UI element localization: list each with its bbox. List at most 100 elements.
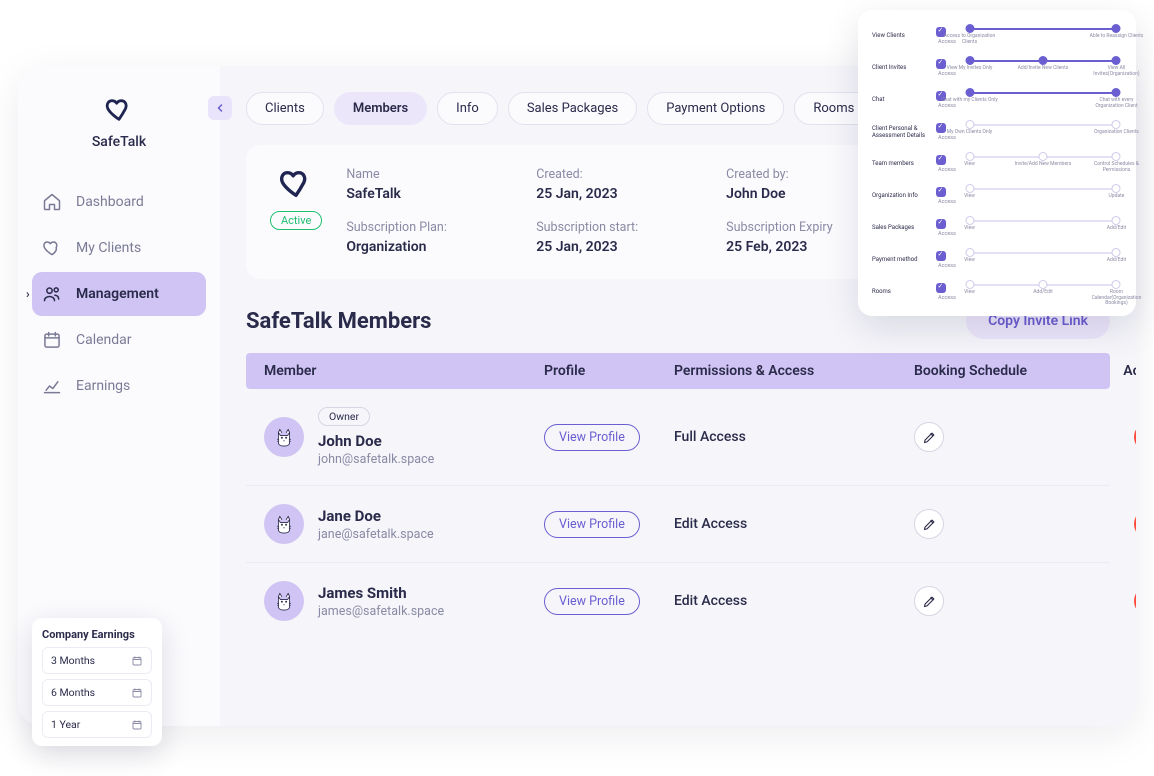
slider-col-label: View All Invites(Organization)	[1086, 66, 1146, 77]
permission-label: Payment method	[872, 256, 930, 263]
permission-row: Payment methodAccessViewAdd/Edit	[872, 248, 1122, 272]
slider-col-label: Add/Edit	[1086, 258, 1146, 264]
nav-label: Dashboard	[76, 194, 144, 210]
slider-node[interactable]	[965, 24, 974, 33]
slider-node[interactable]	[1112, 152, 1121, 161]
table-row: Jane Doejane@safetalk.spaceView ProfileE…	[246, 486, 1110, 563]
slider-col-label: Add/Edit	[1086, 226, 1146, 232]
permission-slider[interactable]: My Own Clients OnlyOrganization Clients	[964, 120, 1122, 144]
slider-node[interactable]	[965, 120, 974, 129]
heart-icon	[42, 238, 62, 258]
edit-schedule-button[interactable]	[914, 422, 944, 452]
slider-node[interactable]	[1039, 280, 1048, 289]
tab-clients[interactable]: Clients	[246, 92, 324, 125]
access-label: Access	[936, 199, 958, 205]
chevron-right-icon: ›	[26, 287, 30, 301]
slider-col-label: Add/Invite New Clients	[1013, 66, 1073, 72]
info-label: Created:	[536, 167, 706, 182]
sidebar-item-earnings[interactable]: Earnings	[32, 364, 206, 408]
access-label: Access	[936, 103, 958, 109]
member-email: james@safetalk.space	[318, 604, 444, 619]
sidebar-item-dashboard[interactable]: Dashboard	[32, 180, 206, 224]
member-cell: James Smithjames@safetalk.space	[264, 581, 544, 621]
slider-node[interactable]	[1039, 56, 1048, 65]
table-row: OwnerJohn Doejohn@safetalk.spaceView Pro…	[246, 389, 1110, 486]
pencil-icon	[922, 430, 937, 445]
slider-col-label: Room Calendar(Organization Bookings)	[1086, 290, 1146, 307]
slider-col-label: Invite/Add New Members	[1013, 162, 1073, 168]
info-label: Name	[346, 167, 516, 182]
access-label: Access	[936, 135, 958, 141]
permission-slider[interactable]: ViewAdd/Edit	[964, 248, 1122, 272]
permission-row: Organization InfoAccessViewUpdate	[872, 184, 1122, 208]
slider-node[interactable]	[1112, 216, 1121, 225]
sidebar-collapse-button[interactable]	[208, 96, 232, 120]
nav-label: Earnings	[76, 378, 130, 394]
tab-info[interactable]: Info	[437, 92, 498, 125]
permission-slider[interactable]: ViewAdd/EditRoom Calendar(Organization B…	[964, 280, 1122, 304]
slider-node[interactable]	[1112, 248, 1121, 257]
permission-slider[interactable]: View My Invites OnlyAdd/Invite New Clien…	[964, 56, 1122, 80]
slider-col-label: Control Schedules & Permissions	[1086, 162, 1146, 173]
slider-node[interactable]	[965, 216, 974, 225]
permission-row: Team membersAccessViewInvite/Add New Mem…	[872, 152, 1122, 176]
member-email: john@safetalk.space	[318, 452, 434, 467]
slider-node[interactable]	[965, 56, 974, 65]
delete-button[interactable]	[1134, 509, 1136, 539]
slider-node[interactable]	[1112, 120, 1121, 129]
info-cell: Subscription Plan:Organization	[346, 220, 516, 255]
calendar-icon	[131, 655, 143, 667]
slider-node[interactable]	[965, 248, 974, 257]
info-value: SafeTalk	[346, 186, 516, 202]
slider-col-label: Add/Edit	[1013, 290, 1073, 296]
sidebar-item-my-clients[interactable]: My Clients	[32, 226, 206, 270]
table-header-cell: Permissions & Access	[674, 363, 914, 379]
info-cell: Subscription start:25 Jan, 2023	[536, 220, 706, 255]
tab-payment-options[interactable]: Payment Options	[647, 92, 784, 125]
slider-node[interactable]	[965, 280, 974, 289]
permission-label: Client Invites	[872, 64, 930, 71]
delete-button[interactable]	[1134, 422, 1136, 452]
permission-slider[interactable]: Access to Organization ClientsAble to Re…	[964, 24, 1122, 48]
slider-col-label: My Own Clients Only	[940, 130, 1000, 136]
tab-members[interactable]: Members	[334, 92, 427, 125]
edit-schedule-button[interactable]	[914, 509, 944, 539]
info-cell: Created:25 Jan, 2023	[536, 167, 706, 202]
earnings-option[interactable]: 3 Months	[42, 647, 152, 674]
permission-slider[interactable]: ViewAdd/Edit	[964, 216, 1122, 240]
delete-button[interactable]	[1134, 586, 1136, 616]
slider-node[interactable]	[965, 88, 974, 97]
slider-node[interactable]	[1112, 24, 1121, 33]
earnings-option[interactable]: 1 Year	[42, 711, 152, 738]
slider-node[interactable]	[1112, 88, 1121, 97]
section-title: SafeTalk Members	[246, 309, 431, 334]
sidebar-item-calendar[interactable]: Calendar	[32, 318, 206, 362]
sidebar-item-management[interactable]: ›Management	[32, 272, 206, 316]
permission-label: Client Personal & Assessment Details	[872, 125, 930, 139]
view-profile-button[interactable]: View Profile	[544, 424, 640, 451]
slider-node[interactable]	[1112, 56, 1121, 65]
tab-sales-packages[interactable]: Sales Packages	[508, 92, 637, 125]
slider-col-label: Chat with my Clients Only	[940, 98, 1000, 104]
slider-node[interactable]	[965, 184, 974, 193]
earnings-option[interactable]: 6 Months	[42, 679, 152, 706]
brand-heart-icon	[105, 96, 133, 124]
slider-node[interactable]	[965, 152, 974, 161]
permission-slider[interactable]: Chat with my Clients OnlyChat with every…	[964, 88, 1122, 112]
table-header: MemberProfilePermissions & AccessBooking…	[246, 353, 1110, 389]
view-profile-button[interactable]: View Profile	[544, 511, 640, 538]
earnings-option-label: 6 Months	[51, 686, 95, 699]
permission-slider[interactable]: ViewUpdate	[964, 184, 1122, 208]
table-header-cell: Member	[264, 363, 544, 379]
slider-node[interactable]	[1112, 280, 1121, 289]
slider-col-label: View My Invites Only	[940, 66, 1000, 72]
chart-icon	[42, 376, 62, 396]
slider-node[interactable]	[1112, 184, 1121, 193]
slider-node[interactable]	[1039, 152, 1048, 161]
view-profile-button[interactable]: View Profile	[544, 588, 640, 615]
permission-slider[interactable]: ViewInvite/Add New MembersControl Schedu…	[964, 152, 1122, 176]
member-email: jane@safetalk.space	[318, 527, 434, 542]
edit-schedule-button[interactable]	[914, 586, 944, 616]
avatar	[264, 581, 304, 621]
table-row: James Smithjames@safetalk.spaceView Prof…	[246, 563, 1110, 639]
